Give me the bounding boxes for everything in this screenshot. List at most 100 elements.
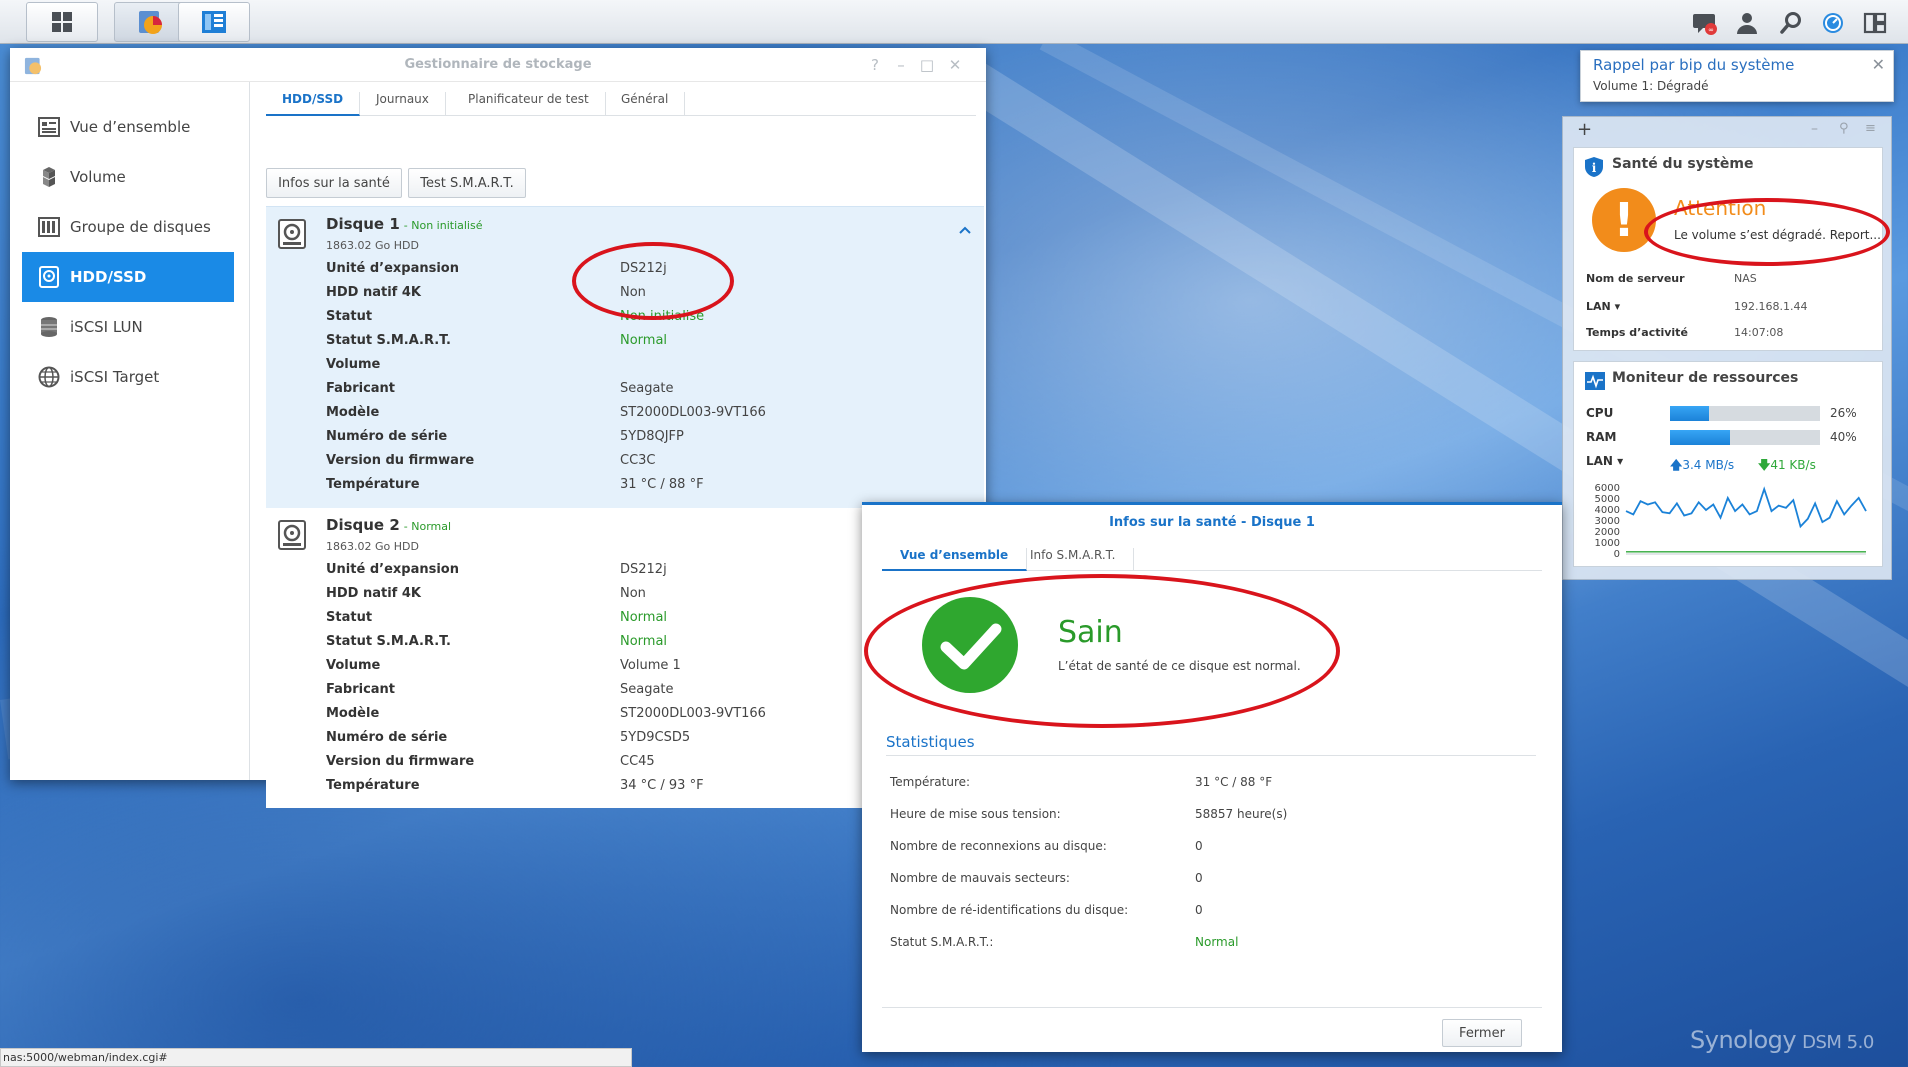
stat-row: Température: 31 °C / 88 °F xyxy=(890,775,1530,795)
property-value: ST2000DL003-9VT166 xyxy=(620,706,766,721)
chat-bubble-icon: ∞ xyxy=(1693,14,1717,35)
info-shield-icon: i xyxy=(1585,157,1603,177)
disk-title: Disque 1- Non initialisé xyxy=(326,215,482,233)
minimize-icon[interactable]: – xyxy=(1811,121,1818,137)
add-widget-icon[interactable]: + xyxy=(1577,119,1592,140)
property-key: Statut xyxy=(326,309,373,324)
tab-overview[interactable]: Vue d’ensemble xyxy=(882,548,1028,571)
tab-test-scheduler[interactable]: Planificateur de test xyxy=(452,92,606,116)
disk-name: Disque 1 xyxy=(326,215,400,233)
health-info-button[interactable]: Infos sur la santé xyxy=(266,168,402,198)
network-chart: 6000500040003000200010000 xyxy=(1595,483,1867,560)
hdd-icon xyxy=(38,266,60,288)
ram-label: RAM xyxy=(1586,430,1617,444)
tab-general[interactable]: Général xyxy=(605,92,686,116)
stat-row: Statut S.M.A.R.T.: Normal xyxy=(890,935,1530,955)
property-key: Numéro de série xyxy=(326,429,448,444)
property-value: 34 °C / 93 °F xyxy=(620,778,704,793)
stat-key: Nombre de reconnexions au disque: xyxy=(890,839,1107,853)
sidebar-item-volume[interactable]: Volume xyxy=(22,152,234,202)
widget-title: Moniteur de ressources xyxy=(1612,370,1799,386)
close-icon[interactable]: ✕ xyxy=(1872,55,1885,74)
property-value: CC3C xyxy=(620,453,656,468)
window-titlebar[interactable]: Gestionnaire de stockage ? – □ ✕ xyxy=(10,48,986,82)
widgets-panel: + – ⚲ ≡ i Santé du système ! Attention L… xyxy=(1562,116,1892,580)
svg-text:i: i xyxy=(1592,161,1597,175)
help-icon[interactable]: ? xyxy=(866,56,884,74)
maximize-icon[interactable]: □ xyxy=(918,56,936,74)
info-key: Temps d’activité xyxy=(1586,326,1688,339)
taskbar-storage-manager[interactable] xyxy=(114,2,186,42)
health-message: Le volume s’est dégradé. Report... xyxy=(1674,228,1881,242)
minimize-icon[interactable]: – xyxy=(892,56,910,74)
cpu-percent: 26% xyxy=(1830,406,1857,420)
tab-smart-info[interactable]: Info S.M.A.R.T. xyxy=(1012,548,1135,571)
property-key: Statut S.M.A.R.T. xyxy=(326,634,451,649)
user-icon xyxy=(1737,13,1757,34)
sidebar-item-overview[interactable]: Vue d’ensemble xyxy=(22,102,234,152)
dialog-title: Infos sur la santé - Disque 1 xyxy=(1109,515,1315,530)
property-value: 5YD8QJFP xyxy=(620,429,684,444)
divider xyxy=(882,1007,1542,1008)
stat-key: Statut S.M.A.R.T.: xyxy=(890,935,994,949)
disk-panel-1[interactable]: Disque 1- Non initialisé 1863.02 Go HDD … xyxy=(266,206,984,508)
property-value: DS212j xyxy=(620,562,667,577)
lan-label[interactable]: LAN ▾ xyxy=(1586,454,1623,468)
sidebar-item-label: HDD/SSD xyxy=(70,268,147,286)
health-status-description: L’état de santé de ce disque est normal. xyxy=(1058,659,1301,673)
info-value: 192.168.1.44 xyxy=(1734,300,1808,313)
chart-tick-label: 5000 xyxy=(1595,494,1620,505)
close-icon[interactable]: ✕ xyxy=(946,56,964,74)
property-row: Version du firmware CC3C xyxy=(326,453,966,477)
overview-icon xyxy=(38,116,60,138)
menu-icon[interactable]: ≡ xyxy=(1865,121,1876,136)
sidebar-item-label: iSCSI Target xyxy=(70,368,160,386)
system-health-widget: i Santé du système ! Attention Le volume… xyxy=(1573,147,1883,351)
sidebar-item-iscsi-target[interactable]: iSCSI Target xyxy=(22,352,234,402)
property-row: Numéro de série 5YD8QJFP xyxy=(326,429,966,453)
property-value: Non initialisé xyxy=(620,309,705,324)
dialog-tab-bar: Vue d’ensemble Info S.M.A.R.T. xyxy=(882,537,1542,571)
property-key: Statut xyxy=(326,610,373,625)
property-row: Température 31 °C / 88 °F xyxy=(326,477,966,501)
main-menu-button[interactable] xyxy=(26,2,98,42)
sidebar-item-label: Vue d’ensemble xyxy=(70,118,191,136)
tab-hdd-ssd[interactable]: HDD/SSD xyxy=(266,92,361,116)
search-button[interactable] xyxy=(1776,8,1806,38)
property-row: Modèle ST2000DL003-9VT166 xyxy=(326,405,966,429)
svg-text:∞: ∞ xyxy=(1708,26,1714,34)
pin-icon[interactable]: ⚲ xyxy=(1839,121,1849,136)
disk-capacity: 1863.02 Go HDD xyxy=(326,239,419,252)
disk-status-suffix: - Non initialisé xyxy=(403,219,483,232)
taskbar-control-panel[interactable] xyxy=(178,2,250,42)
chevron-up-icon[interactable] xyxy=(958,223,972,237)
property-row: Statut S.M.A.R.T. Normal xyxy=(326,333,966,357)
property-key: HDD natif 4K xyxy=(326,586,421,601)
sidebar-item-label: Groupe de disques xyxy=(70,218,211,236)
window-title: Gestionnaire de stockage xyxy=(404,57,592,72)
tab-logs[interactable]: Journaux xyxy=(360,92,446,116)
cpu-bar-fill xyxy=(1670,406,1709,421)
sidebar-item-hdd-ssd[interactable]: HDD/SSD xyxy=(22,252,234,302)
user-button[interactable] xyxy=(1732,8,1762,38)
stat-row: Nombre de mauvais secteurs: 0 xyxy=(890,871,1530,891)
smart-test-button[interactable]: Test S.M.A.R.T. xyxy=(408,168,526,198)
disk-group-icon xyxy=(38,216,60,238)
stat-row: Nombre de reconnexions au disque: 0 xyxy=(890,839,1530,859)
chart-tick-label: 4000 xyxy=(1595,505,1620,516)
stat-value: 0 xyxy=(1195,839,1203,853)
sidebar-item-disk-group[interactable]: Groupe de disques xyxy=(22,202,234,252)
ram-bar-fill xyxy=(1670,430,1730,445)
close-button[interactable]: Fermer xyxy=(1442,1019,1522,1047)
property-value: Normal xyxy=(620,610,668,625)
pilot-view-button[interactable] xyxy=(1818,8,1848,38)
property-key: Numéro de série xyxy=(326,730,448,745)
sidebar-item-iscsi-lun[interactable]: iSCSI LUN xyxy=(22,302,234,352)
widgets-toggle-button[interactable] xyxy=(1860,8,1890,38)
stat-value: 0 xyxy=(1195,871,1203,885)
property-key: Version du firmware xyxy=(326,754,475,769)
notifications-button[interactable]: ∞ xyxy=(1690,8,1720,38)
monitor-icon xyxy=(1585,372,1605,390)
notification-popup[interactable]: Rappel par bip du système Volume 1: Dégr… xyxy=(1580,50,1894,102)
notification-message: Volume 1: Dégradé xyxy=(1593,79,1709,93)
